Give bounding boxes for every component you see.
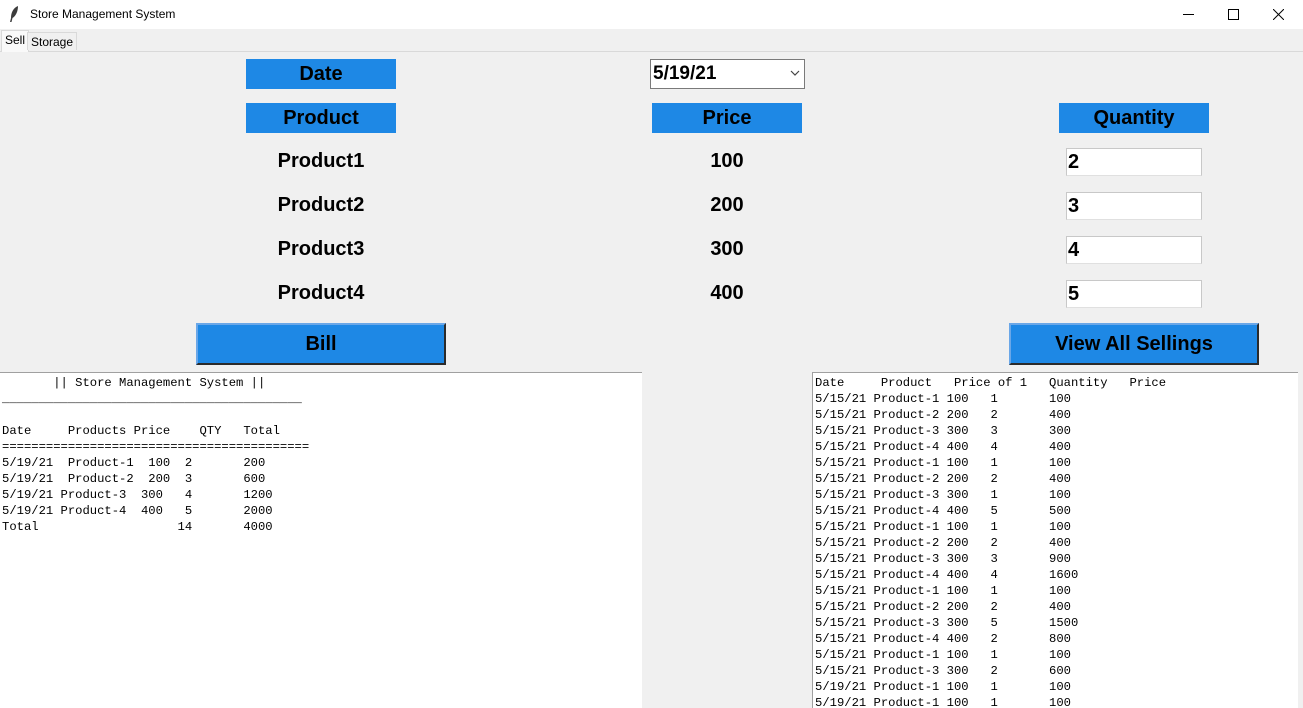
quantity-input-product3[interactable] [1066, 236, 1202, 264]
tab-bar: Sell Storage [0, 29, 1303, 52]
date-select-value: 5/19/21 [653, 63, 717, 84]
product-price: 300 [710, 238, 744, 260]
quantity-input-product2[interactable] [1066, 192, 1202, 220]
bill-text-area[interactable]: || Store Management System || __________… [0, 372, 642, 708]
product-price: 400 [710, 282, 744, 304]
sellings-text: Date Product Price of 1 Quantity Price 5… [815, 376, 1167, 708]
minimize-button[interactable] [1165, 0, 1211, 29]
window-title: Store Management System [30, 7, 176, 21]
bill-button[interactable]: Bill [196, 323, 446, 365]
price-header: Price [652, 103, 802, 133]
date-header: Date [246, 59, 396, 89]
product-name: Product3 [277, 238, 365, 260]
product-name: Product4 [277, 282, 365, 304]
sellings-text-area[interactable]: Date Product Price of 1 Quantity Price 5… [812, 372, 1298, 708]
bill-text: || Store Management System || __________… [2, 376, 310, 534]
product-header: Product [246, 103, 396, 133]
feather-icon [10, 6, 18, 22]
product-name: Product2 [277, 194, 365, 216]
title-bar: Store Management System [0, 0, 1303, 29]
maximize-button[interactable] [1210, 0, 1256, 29]
product-price: 100 [710, 150, 744, 172]
date-select[interactable]: 5/19/21 [650, 59, 805, 89]
product-price: 200 [710, 194, 744, 216]
minimize-icon [1182, 14, 1194, 15]
quantity-input-product4[interactable] [1066, 280, 1202, 308]
maximize-icon [1227, 9, 1239, 20]
product-name: Product1 [277, 150, 365, 172]
close-icon [1272, 9, 1284, 20]
view-all-sellings-button[interactable]: View All Sellings [1009, 323, 1259, 365]
tab-sell[interactable]: Sell [1, 30, 30, 52]
tab-storage[interactable]: Storage [27, 32, 78, 50]
chevron-down-icon [790, 70, 800, 76]
quantity-input-product1[interactable] [1066, 148, 1202, 176]
close-button[interactable] [1255, 0, 1301, 29]
quantity-header: Quantity [1059, 103, 1209, 133]
